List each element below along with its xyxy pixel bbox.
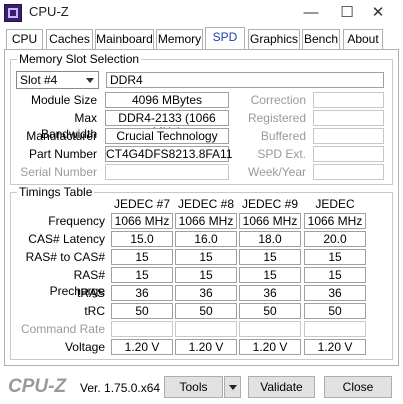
- tab-graphics[interactable]: Graphics: [248, 29, 300, 50]
- timing-cell: 15: [111, 267, 173, 283]
- cpu-z-app-icon: [4, 4, 22, 22]
- slot-select-value: Slot #4: [20, 73, 58, 87]
- frequency-label: Frequency: [48, 214, 105, 228]
- column-header-jedec-7: JEDEC #7: [113, 197, 171, 211]
- timing-cell: 15.0: [111, 231, 173, 247]
- registered-label: Registered: [247, 111, 306, 125]
- timing-cell: 15: [175, 267, 237, 283]
- correction-label: Correction: [250, 93, 306, 107]
- timing-cell: 36: [175, 285, 237, 301]
- cas-latency-label: CAS# Latency: [28, 232, 105, 246]
- registered-field: [313, 110, 384, 126]
- tab-bar: CPU Caches Mainboard Memory SPD Graphics…: [0, 27, 403, 51]
- title-bar: CPU-Z — ☐ ✕: [0, 0, 403, 28]
- timing-cell: 20.0: [304, 231, 366, 247]
- spd-ext-label: SPD Ext.: [257, 147, 306, 161]
- memory-type-field: DDR4: [106, 72, 384, 88]
- timing-cell: 36: [111, 285, 173, 301]
- tab-spd[interactable]: SPD: [205, 27, 245, 51]
- trc-label: tRC: [84, 304, 105, 318]
- timing-cell: 1066 MHz: [175, 213, 237, 229]
- tab-memory[interactable]: Memory: [156, 29, 203, 50]
- part-number-field: CT4G4DFS8213.8FA11: [105, 146, 233, 162]
- column-header-jedec-8: JEDEC #8: [177, 197, 235, 211]
- memory-slot-group: Memory Slot Selection Slot #4 DDR4 Modul…: [10, 52, 393, 185]
- tools-dropdown-button[interactable]: [224, 376, 241, 398]
- timing-cell: 1.20 V: [304, 339, 366, 355]
- version-label: Ver. 1.75.0.x64: [80, 381, 161, 395]
- timing-cell: 1.20 V: [111, 339, 173, 355]
- timing-cell: 1066 MHz: [239, 213, 301, 229]
- minimize-button[interactable]: —: [293, 0, 329, 26]
- timing-cell: [304, 321, 366, 337]
- week-year-label: Week/Year: [247, 165, 306, 179]
- buffered-field: [313, 128, 384, 144]
- timing-cell: 36: [239, 285, 301, 301]
- tab-about[interactable]: About: [343, 29, 383, 50]
- timing-cell: 50: [304, 303, 366, 319]
- timing-cell: 15: [239, 249, 301, 265]
- cpu-z-logo: CPU-Z: [8, 376, 67, 397]
- timing-cell: 15: [175, 249, 237, 265]
- timing-cell: 1.20 V: [239, 339, 301, 355]
- slot-select[interactable]: Slot #4: [16, 71, 99, 89]
- tab-bench[interactable]: Bench: [302, 29, 340, 50]
- week-year-field: [313, 164, 384, 180]
- correction-field: [313, 92, 384, 108]
- tools-button[interactable]: Tools: [164, 376, 223, 398]
- timing-cell: 50: [111, 303, 173, 319]
- window-title: CPU-Z: [29, 4, 69, 19]
- ras-to-cas-label: RAS# to CAS#: [25, 250, 105, 264]
- buffered-label: Buffered: [260, 129, 306, 143]
- timing-cell: 36: [304, 285, 366, 301]
- close-button[interactable]: Close: [324, 376, 392, 398]
- timing-cell: [239, 321, 301, 337]
- timings-group-title: Timings Table: [17, 185, 95, 199]
- timing-cell: 1066 MHz: [111, 213, 173, 229]
- spd-ext-field: [313, 146, 384, 162]
- timing-cell: 1.20 V: [175, 339, 237, 355]
- memory-slot-group-title: Memory Slot Selection: [17, 52, 142, 66]
- tab-mainboard[interactable]: Mainboard: [95, 29, 154, 50]
- serial-number-field: [105, 164, 229, 180]
- voltage-label: Voltage: [64, 340, 105, 354]
- validate-button[interactable]: Validate: [248, 376, 315, 398]
- timing-cell: 18.0: [239, 231, 301, 247]
- manufacturer-label: Manufacturer: [26, 129, 97, 143]
- column-header-jedec-9: JEDEC #9: [241, 197, 299, 211]
- timing-cell: 50: [239, 303, 301, 319]
- module-size-label: Module Size: [30, 93, 97, 107]
- part-number-label: Part Number: [28, 147, 97, 161]
- timing-cell: 50: [175, 303, 237, 319]
- tab-caches[interactable]: Caches: [46, 29, 93, 50]
- spd-panel: Memory Slot Selection Slot #4 DDR4 Modul…: [4, 49, 399, 366]
- timing-cell: 15: [239, 267, 301, 283]
- max-bandwidth-field: DDR4-2133 (1066 MHz): [105, 110, 229, 139]
- tras-label: tRAS: [76, 286, 105, 300]
- timing-cell: 16.0: [175, 231, 237, 247]
- tab-cpu[interactable]: CPU: [6, 29, 43, 50]
- command-rate-label: Command Rate: [20, 322, 105, 336]
- timing-cell: 15: [304, 249, 366, 265]
- manufacturer-field: Crucial Technology: [105, 128, 229, 144]
- timing-cell: [175, 321, 237, 337]
- chevron-down-icon: [82, 72, 98, 88]
- timing-cell: 15: [111, 249, 173, 265]
- module-size-field: 4096 MBytes: [105, 92, 229, 108]
- timing-cell: [111, 321, 173, 337]
- timing-cell: 1066 MHz: [304, 213, 366, 229]
- timings-group: Timings Table JEDEC #7 JEDEC #8 JEDEC #9…: [10, 185, 393, 360]
- timing-cell: 15: [304, 267, 366, 283]
- serial-number-label: Serial Number: [20, 165, 97, 179]
- close-window-button[interactable]: ✕: [360, 0, 396, 26]
